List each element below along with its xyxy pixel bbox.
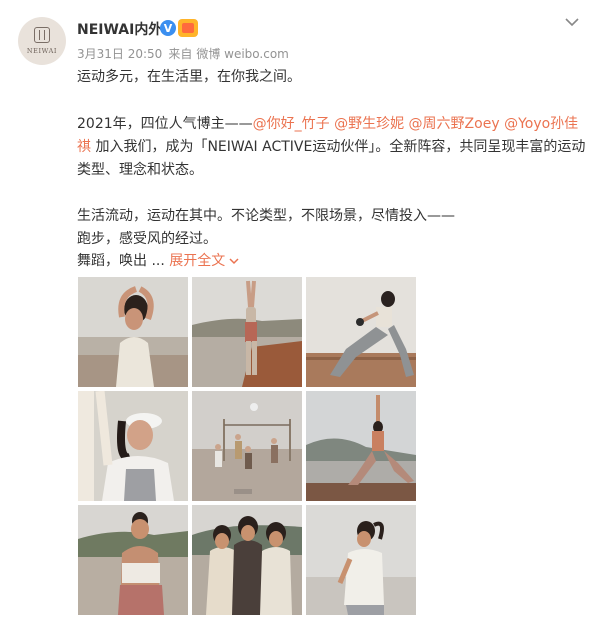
mention-zhuzi[interactable]: @你好_竹子 bbox=[253, 116, 330, 132]
post-p3-line-3: 舞蹈，唤出 ... bbox=[77, 253, 165, 269]
chevron-down-icon bbox=[229, 258, 239, 265]
photo-thumbnail-4[interactable] bbox=[78, 391, 188, 501]
photo-thumbnail-5[interactable] bbox=[192, 391, 302, 501]
image-grid bbox=[78, 277, 416, 615]
photo-thumbnail-1[interactable] bbox=[78, 277, 188, 387]
expand-row: 舞蹈，唤出 ... 展开全文 bbox=[77, 250, 241, 272]
mention-zoey[interactable]: @周六野Zoey bbox=[409, 116, 500, 132]
photo-thumbnail-9[interactable] bbox=[306, 505, 416, 615]
photo-thumbnail-6[interactable] bbox=[306, 391, 416, 501]
photo-thumbnail-7[interactable] bbox=[78, 505, 188, 615]
chevron-down-icon[interactable] bbox=[564, 14, 580, 30]
neiwai-logo-icon bbox=[34, 27, 50, 43]
photo-thumbnail-2[interactable] bbox=[192, 277, 302, 387]
post-source: 微博 weibo.com bbox=[196, 47, 289, 61]
source-prefix: 来自 bbox=[168, 47, 193, 61]
post-timestamp[interactable]: 3月31日 20:50 bbox=[77, 47, 162, 61]
avatar-brand-text: NEIWAI bbox=[26, 47, 58, 55]
post-p3-line-1: 生活流动，运动在其中。不论类型，不限场景，尽情投入—— bbox=[77, 208, 455, 224]
expand-full-text-link[interactable]: 展开全文 bbox=[169, 253, 241, 269]
post-paragraph-2: 2021年，四位人气博主——@你好_竹子 @野生珍妮 @周六野Zoey @Yoy… bbox=[77, 113, 592, 182]
post-line-1: 运动多元，在生活里，在你我之间。 bbox=[77, 69, 301, 85]
post-meta: 3月31日 20:50 来自 微博 weibo.com bbox=[77, 45, 295, 62]
post-p2-suffix: 加入我们，成为「NEIWAI ACTIVE运动伙伴」。全新阵容，共同呈现丰富的运… bbox=[77, 139, 586, 178]
username[interactable]: NEIWAI内外 bbox=[77, 19, 162, 39]
post-p3-line-2: 跑步，感受风的经过。 bbox=[77, 231, 217, 247]
post-p2-prefix: 2021年，四位人气博主—— bbox=[77, 116, 253, 132]
avatar[interactable]: NEIWAI bbox=[18, 17, 66, 65]
mention-yeshengzhenni[interactable]: @野生珍妮 bbox=[334, 116, 404, 132]
member-badge-icon[interactable] bbox=[178, 19, 198, 37]
verified-badge-icon: V bbox=[160, 20, 176, 36]
post-paragraph-3: 生活流动，运动在其中。不论类型，不限场景，尽情投入—— 跑步，感受风的经过。 bbox=[77, 205, 592, 251]
expand-label: 展开全文 bbox=[169, 253, 226, 269]
photo-thumbnail-8[interactable] bbox=[192, 505, 302, 615]
photo-thumbnail-3[interactable] bbox=[306, 277, 416, 387]
weibo-post-card: NEIWAI NEIWAI内外 V 3月31日 20:50 来自 微博 weibo.… bbox=[0, 0, 599, 624]
